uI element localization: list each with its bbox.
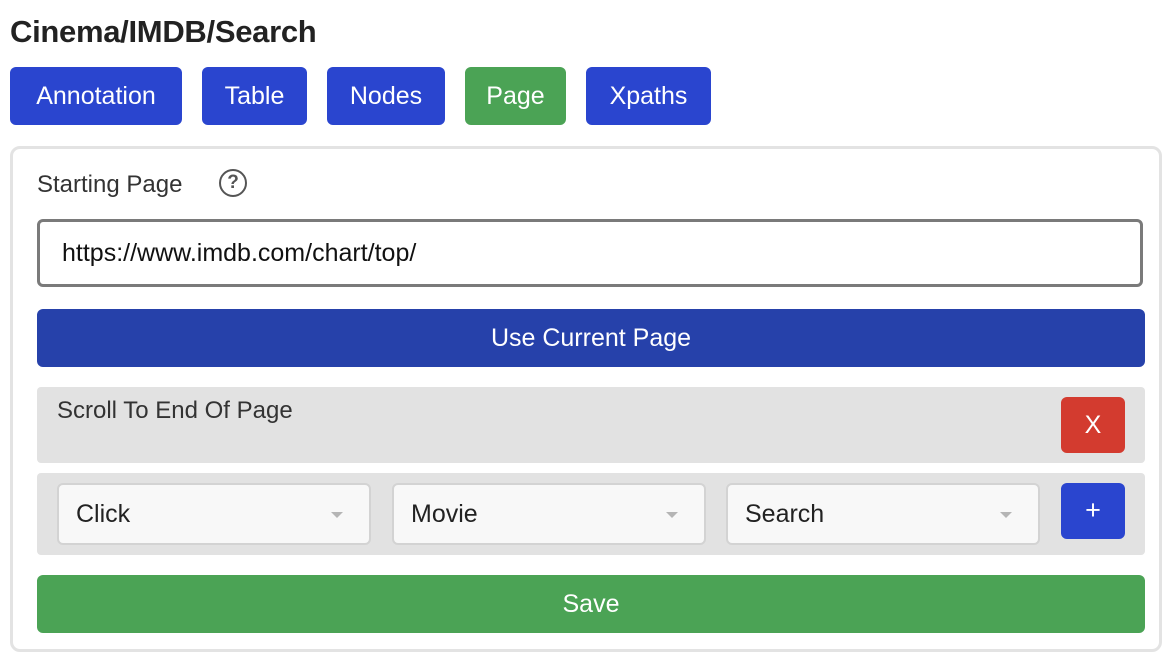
action-type-select[interactable]: Click [57, 483, 371, 545]
help-icon[interactable]: ? [219, 169, 247, 197]
remove-action-button[interactable]: X [1061, 397, 1125, 453]
page-title: Cinema/IMDB/Search [10, 14, 317, 49]
tab-xpaths[interactable]: Xpaths [586, 67, 711, 125]
tab-nodes[interactable]: Nodes [327, 67, 445, 125]
starting-page-url-input[interactable] [37, 219, 1143, 287]
chevron-down-icon [1000, 512, 1012, 518]
tab-page[interactable]: Page [465, 67, 566, 125]
annotation-select[interactable]: Movie [392, 483, 706, 545]
chevron-down-icon [666, 512, 678, 518]
action-item-label: Scroll To End Of Page [57, 397, 293, 424]
page-settings-panel: Starting Page ? Use Current Page Scroll … [10, 146, 1162, 652]
target-select[interactable]: Search [726, 483, 1040, 545]
target-value: Search [745, 500, 825, 528]
tab-table[interactable]: Table [202, 67, 307, 125]
annotation-value: Movie [411, 500, 478, 528]
use-current-page-button[interactable]: Use Current Page [37, 309, 1145, 367]
action-item: Scroll To End Of Page X [37, 387, 1145, 463]
add-action-row: Click Movie Search + [37, 473, 1145, 555]
tab-annotation[interactable]: Annotation [10, 67, 182, 125]
save-button[interactable]: Save [37, 575, 1145, 633]
starting-page-label: Starting Page [37, 171, 183, 198]
add-action-button[interactable]: + [1061, 483, 1125, 539]
action-type-value: Click [76, 500, 131, 528]
chevron-down-icon [331, 512, 343, 518]
